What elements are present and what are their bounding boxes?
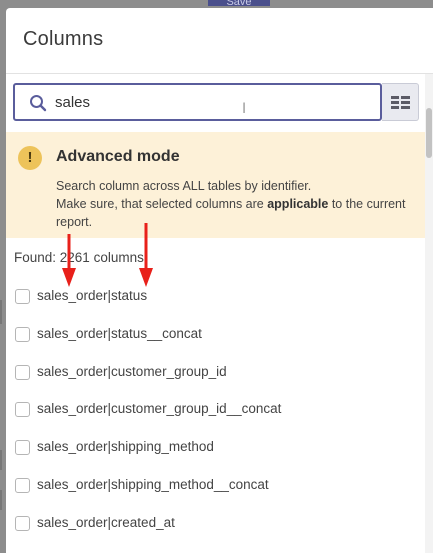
column-label[interactable]: sales_order|status bbox=[37, 288, 147, 303]
scrollbar-thumb[interactable] bbox=[426, 108, 432, 158]
list-item[interactable]: sales_order|created_at bbox=[6, 507, 425, 545]
column-checkbox[interactable] bbox=[15, 440, 30, 456]
search-box[interactable] bbox=[13, 83, 382, 121]
advanced-mode-description: Search column across ALL tables by ident… bbox=[56, 177, 416, 231]
column-results-list: sales_order|status sales_order|status__c… bbox=[6, 280, 425, 545]
list-item[interactable]: sales_order|customer_group_id__concat bbox=[6, 393, 425, 431]
column-label[interactable]: sales_order|customer_group_id__concat bbox=[37, 401, 281, 416]
column-checkbox[interactable] bbox=[15, 364, 30, 380]
advanced-mode-line2: Make sure, that selected columns are app… bbox=[56, 195, 416, 231]
column-checkbox[interactable] bbox=[15, 402, 30, 418]
column-list-icon bbox=[391, 96, 410, 109]
search-input[interactable] bbox=[55, 91, 355, 113]
column-checkbox[interactable] bbox=[15, 289, 30, 304]
background-save-button: Save bbox=[208, 0, 270, 6]
column-label[interactable]: sales_order|created_at bbox=[37, 515, 175, 530]
column-checkbox[interactable] bbox=[15, 326, 30, 342]
list-item[interactable]: sales_order|shipping_method bbox=[6, 431, 425, 469]
columns-dialog: Columns I ! Advanced mode Search column … bbox=[6, 8, 433, 553]
column-label[interactable]: sales_order|shipping_method__concat bbox=[37, 477, 269, 492]
text-cursor-icon: I bbox=[242, 101, 247, 117]
background-edge bbox=[0, 490, 2, 510]
column-label[interactable]: sales_order|status__concat bbox=[37, 326, 202, 341]
column-checkbox[interactable] bbox=[15, 477, 30, 493]
list-item[interactable]: sales_order|status bbox=[6, 280, 425, 318]
background-edge bbox=[0, 450, 2, 470]
advanced-mode-title: Advanced mode bbox=[56, 148, 180, 165]
dialog-title: Columns bbox=[23, 28, 104, 50]
advanced-mode-line1: Search column across ALL tables by ident… bbox=[56, 179, 312, 193]
column-label[interactable]: sales_order|shipping_method bbox=[37, 439, 214, 454]
results-count: Found: 2261 columns bbox=[14, 250, 144, 265]
list-item[interactable]: sales_order|shipping_method__concat bbox=[6, 469, 425, 507]
dialog-header: Columns bbox=[6, 8, 433, 74]
column-label[interactable]: sales_order|customer_group_id bbox=[37, 364, 227, 379]
background-edge bbox=[0, 300, 2, 324]
warning-icon: ! bbox=[18, 146, 42, 170]
list-item[interactable]: sales_order|customer_group_id bbox=[6, 356, 425, 394]
advanced-mode-line2-before: Make sure, that selected columns are bbox=[56, 197, 268, 211]
column-mode-toggle-button[interactable] bbox=[382, 83, 419, 121]
list-item[interactable]: sales_order|status__concat bbox=[6, 318, 425, 356]
applicable-emphasis: applicable bbox=[267, 197, 329, 211]
search-icon bbox=[30, 95, 47, 112]
advanced-mode-notice: ! Advanced mode Search column across ALL… bbox=[6, 132, 425, 238]
column-checkbox[interactable] bbox=[15, 515, 30, 531]
